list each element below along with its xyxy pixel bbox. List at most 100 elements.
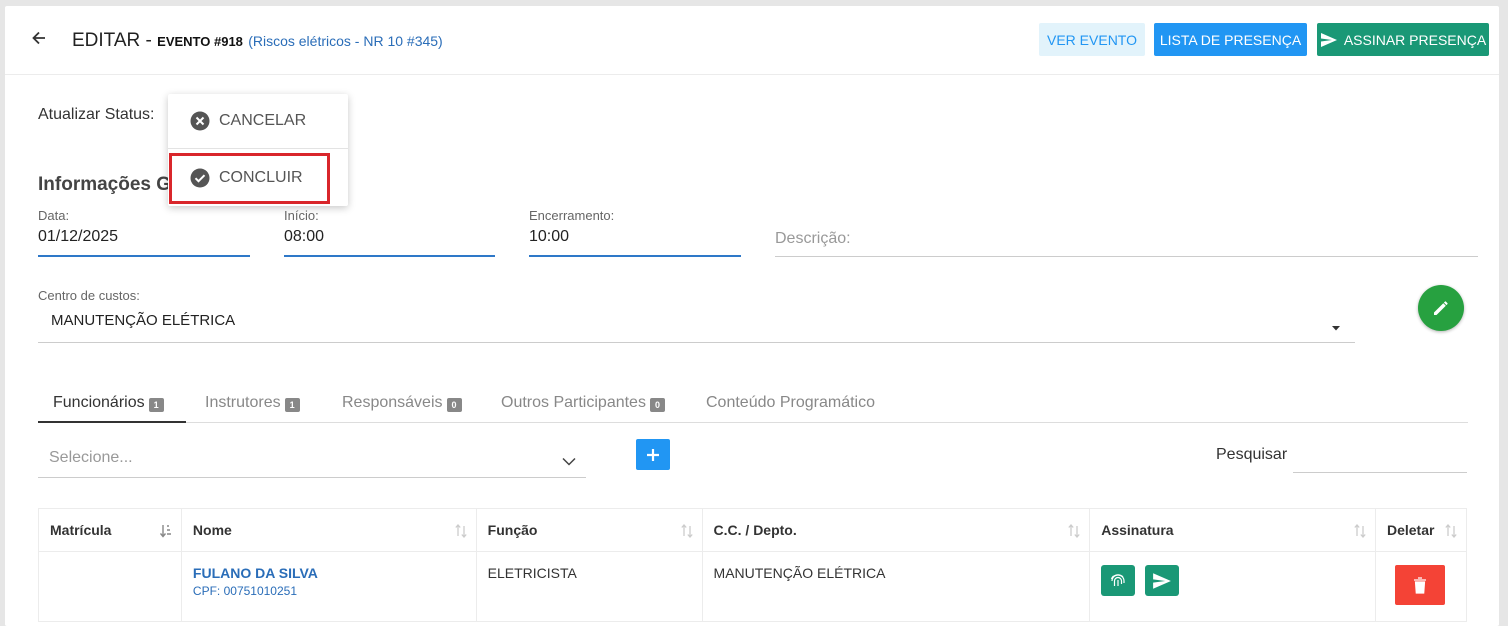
lista-presenca-button[interactable]: LISTA DE PRESENÇA: [1154, 23, 1307, 56]
col-deletar-label: Deletar: [1386, 522, 1435, 538]
participants-table: Matrícula Nome Função C.C. / Depto. Assi…: [38, 508, 1468, 622]
participant-select[interactable]: Selecione...: [38, 440, 586, 478]
send-sign-button[interactable]: [1145, 565, 1180, 596]
tab-funcionarios-label: Funcionários: [53, 394, 145, 411]
centro-custos-value: MANUTENÇÃO ELÉTRICA: [51, 312, 236, 329]
status-dropdown-menu: CANCELAR CONCLUIR: [168, 94, 348, 206]
section-title: Informações G: [38, 174, 172, 195]
sort-icon: [1354, 524, 1366, 538]
data-value: 01/12/2025: [38, 228, 119, 245]
event-number: EVENTO #918: [157, 34, 243, 49]
back-arrow-icon[interactable]: [29, 28, 49, 48]
tab-responsaveis[interactable]: Responsáveis 0: [342, 382, 462, 423]
title-prefix: EDITAR -: [72, 30, 152, 51]
search-input[interactable]: [1293, 439, 1467, 473]
search-label: Pesquisar: [1216, 446, 1288, 463]
assinar-presenca-button[interactable]: ASSINAR PRESENÇA: [1317, 23, 1489, 56]
tab-outros-participantes-label: Outros Participantes: [501, 394, 646, 411]
edit-button[interactable]: [1418, 285, 1464, 331]
ver-evento-button[interactable]: VER EVENTO: [1039, 23, 1145, 56]
data-label: Data:: [38, 208, 70, 223]
table-row: FULANO DA SILVA CPF: 00751010251 ELETRIC…: [38, 551, 1468, 622]
inicio-underline: [284, 255, 495, 257]
col-assinatura[interactable]: Assinatura: [1089, 508, 1376, 552]
tab-outros-participantes-count: 0: [649, 398, 665, 412]
col-nome[interactable]: Nome: [180, 508, 477, 552]
col-nome-label: Nome: [192, 522, 232, 538]
tab-funcionarios-count: 1: [148, 398, 164, 412]
add-participant-button[interactable]: [636, 439, 670, 470]
plus-icon: [647, 448, 659, 461]
tab-responsaveis-label: Responsáveis: [342, 394, 443, 411]
tab-responsaveis-count: 0: [446, 398, 462, 412]
pencil-icon: [1434, 301, 1448, 315]
send-icon: [1153, 572, 1171, 589]
col-cc-depto[interactable]: C.C. / Depto.: [701, 508, 1091, 552]
assinar-presenca-label: ASSINAR PRESENÇA: [1343, 31, 1487, 48]
descricao-placeholder: Descrição:: [775, 230, 851, 247]
tab-conteudo-programatico-label: Conteúdo Programático: [706, 394, 875, 411]
col-cc-depto-label: C.C. / Depto.: [713, 522, 797, 538]
status-label: Atualizar Status:: [38, 106, 155, 123]
sort-icon: [1445, 524, 1457, 538]
sort-icon: [1068, 524, 1080, 538]
encerramento-underline: [529, 255, 741, 257]
encerramento-value: 10:00: [529, 228, 570, 245]
cell-nome: FULANO DA SILVA CPF: 00751010251: [180, 551, 477, 622]
page-title: EDITAR - EVENTO #918 (Riscos elétricos -…: [72, 30, 443, 52]
cell-funcao: ELETRICISTA: [475, 551, 703, 622]
tab-outros-participantes[interactable]: Outros Participantes 0: [501, 382, 665, 423]
sort-icon: [680, 524, 693, 538]
inicio-value: 08:00: [284, 228, 325, 245]
encerramento-field[interactable]: Encerramento: 10:00: [529, 208, 741, 257]
delete-row-button[interactable]: [1394, 565, 1445, 605]
main-card: EDITAR - EVENTO #918 (Riscos elétricos -…: [5, 6, 1499, 626]
tab-instrutores-count: 1: [284, 398, 300, 412]
cancel-circle-icon: [190, 111, 210, 131]
participant-select-placeholder: Selecione...: [49, 449, 133, 466]
inicio-field[interactable]: Início: 08:00: [284, 208, 495, 257]
status-menu-concluir[interactable]: CONCLUIR: [168, 150, 348, 205]
tab-bar: Funcionários 1 Instrutores 1 Responsávei…: [38, 382, 1468, 423]
status-menu-cancelar[interactable]: CANCELAR: [168, 94, 348, 149]
data-underline: [38, 255, 250, 257]
col-assinatura-label: Assinatura: [1101, 522, 1174, 538]
descricao-underline: [775, 256, 1478, 257]
send-icon: [1320, 32, 1337, 47]
cell-cc-depto: MANUTENÇÃO ELÉTRICA: [701, 551, 1091, 622]
trash-icon: [1413, 576, 1426, 594]
descricao-field[interactable]: Descrição:: [775, 208, 1478, 257]
sort-icon: [454, 524, 467, 538]
participant-cpf: CPF: 00751010251: [192, 584, 298, 598]
fingerprint-sign-button[interactable]: [1101, 565, 1136, 596]
col-funcao-label: Função: [487, 522, 538, 538]
participant-name-link[interactable]: FULANO DA SILVA: [193, 565, 465, 581]
col-deletar[interactable]: Deletar: [1374, 508, 1468, 552]
encerramento-label: Encerramento:: [529, 208, 615, 223]
cell-deletar: [1374, 551, 1468, 622]
inicio-label: Início:: [284, 208, 319, 223]
fingerprint-icon: [1111, 573, 1125, 586]
data-field[interactable]: Data: 01/12/2025: [38, 208, 250, 257]
centro-custos-select[interactable]: Centro de custos: MANUTENÇÃO ELÉTRICA: [38, 288, 1355, 343]
tab-instrutores-label: Instrutores: [205, 394, 281, 411]
cell-matricula: [38, 551, 182, 622]
chevron-down-icon: [562, 453, 576, 471]
sort-asc-icon: [159, 525, 171, 538]
caret-down-icon: [1331, 318, 1341, 336]
tab-conteudo-programatico[interactable]: Conteúdo Programático: [706, 382, 875, 423]
centro-custos-label: Centro de custos:: [38, 288, 140, 303]
tab-instrutores[interactable]: Instrutores 1: [205, 382, 300, 423]
cancelar-label: CANCELAR: [219, 112, 307, 129]
col-matricula-label: Matrícula: [50, 522, 112, 538]
col-matricula[interactable]: Matrícula: [38, 508, 182, 552]
check-circle-icon: [190, 168, 210, 187]
col-funcao[interactable]: Função: [475, 508, 703, 552]
event-link[interactable]: (Riscos elétricos - NR 10 #345): [248, 33, 443, 49]
page-header: EDITAR - EVENTO #918 (Riscos elétricos -…: [5, 6, 1499, 75]
table-header-row: Matrícula Nome Função C.C. / Depto. Assi…: [38, 508, 1468, 552]
centro-custos-underline: [38, 342, 1355, 343]
cell-assinatura: [1089, 551, 1376, 622]
tab-funcionarios[interactable]: Funcionários 1: [38, 382, 186, 423]
concluir-label: CONCLUIR: [219, 168, 303, 186]
